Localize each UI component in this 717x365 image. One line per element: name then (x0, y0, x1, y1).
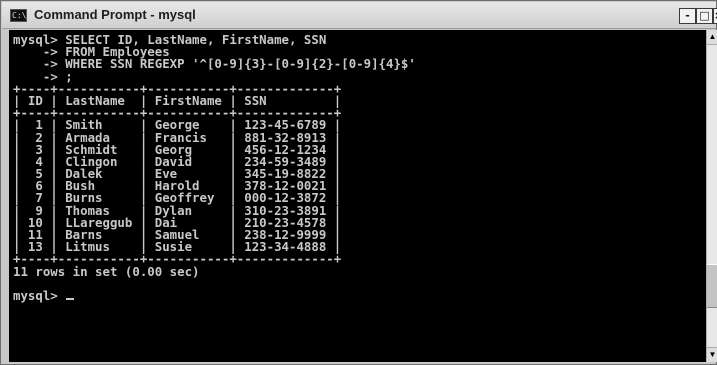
close-button[interactable]: × (713, 8, 717, 24)
scroll-down-arrow-icon[interactable]: ▼ (707, 347, 717, 362)
console-lines: mysql> SELECT ID, LastName, FirstName, S… (13, 33, 416, 303)
window-title: Command Prompt - mysql (34, 7, 196, 22)
scroll-up-arrow-icon[interactable]: ▲ (707, 30, 717, 45)
prompt-line[interactable]: mysql> (13, 287, 416, 303)
command-prompt-window: C:\ Command Prompt - mysql - □ × mysql> … (0, 0, 717, 365)
console-line: -> WHERE SSN REGEXP '^[0-9]{3}-[0-9]{2}-… (13, 56, 416, 72)
command-prompt-icon[interactable]: C:\ (10, 9, 27, 22)
text-cursor (66, 297, 75, 300)
title-bar[interactable]: C:\ Command Prompt - mysql - □ × (2, 2, 717, 29)
result-summary: 11 rows in set (0.00 sec) (13, 263, 200, 279)
console-output[interactable]: mysql> SELECT ID, LastName, FirstName, S… (9, 30, 706, 362)
minimize-button[interactable]: - (679, 8, 696, 24)
vertical-scrollbar[interactable]: ▲ ▼ (706, 30, 717, 362)
prompt-text: mysql> (13, 287, 66, 303)
maximize-button[interactable]: □ (696, 8, 713, 24)
scroll-thumb[interactable] (707, 264, 717, 308)
